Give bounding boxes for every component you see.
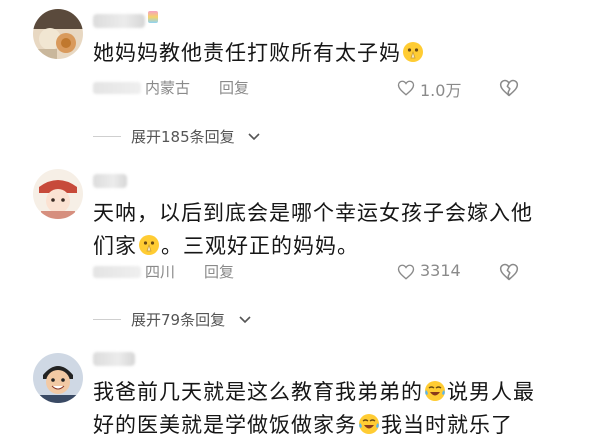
comment-item: 天呐，以后到底会是哪个幸运女孩子会嫁入他 们家 。三观好正的妈妈。 四川 回复 3… [0,150,600,330]
comment-text: 她妈妈教他责任打败所有太子妈 [93,37,563,70]
comment-text: 我爸前几天就是这么教育我弟弟的 说男人最 好的医美就是学做饭做家务 我当时就乐了 [93,380,535,437]
like-button[interactable]: 1.0万 [397,77,467,100]
divider-line [93,319,121,320]
like-count: 3314 [420,261,461,280]
expand-replies-label: 展开79条回复 [131,311,226,329]
comment-item: 她妈妈教他责任打败所有太子妈 内蒙古 回复 1.0万 展开185条回复 [0,0,600,150]
expand-replies-button[interactable]: 展开185条回复 [93,126,293,148]
like-button[interactable]: 3314 [397,261,467,283]
pray-emoji-icon [402,41,424,63]
avatar[interactable] [33,169,83,219]
laugh-cry-emoji-icon [424,380,446,402]
comment-meta: 内蒙古 回复 [93,77,293,99]
expand-replies-button[interactable]: 展开79条回复 [93,309,293,331]
time-blurred [93,266,141,278]
laugh-cry-emoji-icon [358,413,380,435]
broken-heart-icon[interactable] [499,262,519,282]
broken-heart-icon[interactable] [499,78,519,98]
user-badge [148,11,158,23]
avatar[interactable] [33,9,83,59]
chevron-down-icon [239,316,251,324]
reply-button[interactable]: 回复 [204,261,234,282]
chevron-down-icon [248,133,260,141]
username-blurred [93,352,135,366]
comment-meta: 四川 回复 [93,261,293,283]
expand-replies-label: 展开185条回复 [131,128,235,146]
comment-location: 内蒙古 [145,79,191,97]
username-blurred [93,174,127,188]
username-blurred [93,14,145,28]
time-blurred [93,82,141,94]
like-count: 1.0万 [420,81,462,100]
pray-emoji-icon [138,234,160,256]
divider-line [93,136,121,137]
heart-outline-icon [397,80,415,96]
heart-outline-icon [397,264,415,280]
comment-text: 天呐，以后到底会是哪个幸运女孩子会嫁入他 们家 。三观好正的妈妈。 [93,201,533,258]
avatar[interactable] [33,353,83,403]
comment-location: 四川 [145,263,176,281]
comment-item: 我爸前几天就是这么教育我弟弟的 说男人最 好的医美就是学做饭做家务 我当时就乐了 [0,340,600,444]
reply-button[interactable]: 回复 [219,77,249,98]
